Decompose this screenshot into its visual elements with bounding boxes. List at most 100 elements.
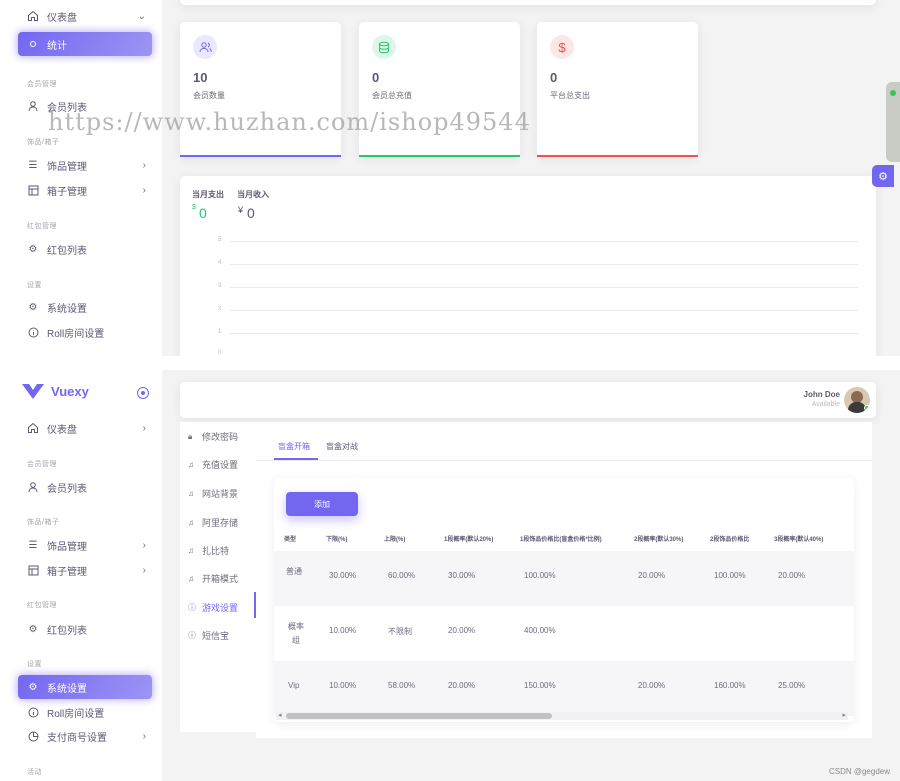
brand-logo[interactable]: Vuexy (22, 384, 89, 399)
column-header: 2段饰品价格比 (710, 537, 750, 543)
scroll-left-icon[interactable]: ◂ (278, 711, 282, 719)
table-cell: 30.00% (329, 571, 357, 580)
chevron-right-icon: › (142, 422, 146, 434)
y-tick-label: 3 (218, 283, 222, 289)
dollar-icon: $ (550, 35, 574, 59)
lock-icon: 🔒︎ (188, 431, 193, 441)
sidebar-item-roll[interactable]: Roll房间设置 (18, 700, 152, 724)
tab-blindbox-open[interactable]: 盲盒开箱 (278, 441, 310, 452)
sidebar-item-redpacket[interactable]: ⚙ 红包列表 (18, 237, 152, 261)
sidebar-item-dashboard[interactable]: 仪表盘 › (18, 416, 152, 440)
bell-icon: ♫ (188, 460, 194, 469)
top-screenshot-panel: 仪表盘 ⌄ 统计 会员管理 会员列表 饰品/箱子 ☰ 饰品管理 › 箱子管理 ›… (0, 0, 900, 356)
sidebar-item-jewelry[interactable]: ☰ 饰品管理 › (18, 533, 152, 557)
table-cell: 20.00% (638, 681, 666, 690)
horizontal-scrollbar[interactable]: ◂ ▸ (276, 712, 848, 720)
table-cell: 20.00% (448, 626, 476, 635)
bell-icon: ♫ (188, 518, 194, 527)
settings-menu-item[interactable]: ♫ 网站背景 (188, 487, 238, 500)
table-row[interactable]: 概率组 10.00% 不限制 20.00% 400.00% (274, 606, 854, 661)
y-tick-label: 5 (218, 237, 222, 243)
sidebar-item-dashboard[interactable]: 仪表盘 ⌄ (18, 4, 152, 28)
settings-menu-item[interactable]: ⓘ 短信宝 (188, 629, 229, 642)
settings-menu-item[interactable]: ♫ 开箱模式 (188, 572, 238, 585)
info-icon: ⓘ (188, 631, 196, 640)
tab-blindbox-battle[interactable]: 盲盒对战 (326, 441, 358, 452)
stat-accent-bar (537, 155, 698, 157)
vuexy-logo-icon (22, 384, 44, 399)
table-cell: 不限制 (388, 627, 412, 636)
y-tick-label: 4 (218, 260, 222, 266)
side-widget[interactable] (886, 82, 900, 162)
avatar[interactable] (844, 387, 870, 413)
scroll-right-icon[interactable]: ▸ (842, 711, 846, 719)
sidebar-item-label: 会员列表 (47, 483, 87, 495)
sidebar-item-box[interactable]: 箱子管理 › (18, 178, 152, 202)
menu-item-label: 修改密码 (202, 432, 239, 442)
y-tick-label: 2 (218, 306, 222, 312)
sidebar-item-jewelry[interactable]: ☰ 饰品管理 › (18, 153, 152, 177)
stat-card-recharge: 0 会员总充值 (359, 22, 520, 157)
section-header-settings: 设置 (27, 282, 42, 289)
expense-label: 当月支出 (192, 190, 224, 199)
sidebar-item-stats[interactable]: 统计 (18, 32, 152, 56)
chevron-right-icon: › (142, 159, 146, 171)
section-header-redpacket: 红包管理 (27, 223, 57, 230)
top-main-content: 10 会员数量 0 会员总充值 $ 0 平台总支出 当月支出 当月收入 $ 0 … (162, 0, 900, 356)
sidebar-item-label: 红包列表 (47, 625, 87, 637)
user-name: John Doe (803, 390, 840, 399)
settings-menu-item[interactable]: ♫ 扎比特 (188, 544, 229, 557)
sidebar-item-system-settings[interactable]: ⚙ 系统设置 (18, 675, 152, 699)
expense-currency: $ (192, 204, 196, 211)
stat-label: 平台总支出 (550, 91, 590, 100)
settings-table: 类型 下限(%) 上限(%) 1段概率(默认20%) 1段饰品价格比(盲盒价格*… (274, 526, 854, 722)
customizer-toggle-button[interactable]: ⚙ (872, 165, 894, 187)
sidebar-item-label: 统计 (47, 40, 67, 52)
gear-icon: ⚙ (28, 243, 38, 255)
sidebar-item-system-settings[interactable]: ⚙ 系统设置 (18, 295, 152, 319)
sidebar-item-member-list[interactable]: 会员列表 (18, 475, 152, 499)
top-navbar: John Doe Available (180, 382, 876, 418)
grid-line (230, 310, 858, 311)
table-card: 添加 类型 下限(%) 上限(%) 1段概率(默认20%) 1段饰品价格比(盲盒… (274, 478, 854, 722)
collapse-toggle-icon[interactable] (137, 387, 149, 399)
stat-value: 0 (372, 70, 380, 85)
bottom-main-content: John Doe Available 🔒︎ 修改密码 ♫ 充值设置 ♫ 网站背景 ♫ 阿… (162, 370, 900, 781)
table-cell: 30.00% (448, 571, 476, 580)
top-navbar (180, 0, 876, 5)
toggle-dot (140, 390, 145, 395)
income-currency: ¥ (238, 205, 244, 215)
sidebar-item-box[interactable]: 箱子管理 › (18, 558, 152, 582)
bell-icon: ♫ (188, 546, 194, 555)
table-row[interactable]: Vip 10.00% 58.00% 20.00% 150.00% 20.00% … (274, 661, 854, 716)
brand-name: Vuexy (51, 384, 89, 399)
y-tick-label: 1 (218, 329, 222, 335)
sidebar-item-redpacket[interactable]: ⚙ 红包列表 (18, 617, 152, 641)
add-button[interactable]: 添加 (286, 492, 358, 516)
gear-icon: ⚙ (28, 681, 38, 693)
section-header-member: 会员管理 (27, 461, 57, 468)
sidebar-item-label: 仪表盘 (47, 12, 77, 24)
stat-accent-bar (359, 155, 520, 157)
sidebar-item-roll[interactable]: Roll房间设置 (18, 320, 152, 344)
scrollbar-thumb[interactable] (286, 713, 552, 719)
section-header-redpacket: 红包管理 (27, 602, 57, 609)
bottom-sidebar: Vuexy 仪表盘 › 会员管理 会员列表 饰品/箱子 ☰ 饰品管理 › 箱子管… (0, 370, 162, 781)
stat-label: 会员数量 (193, 91, 225, 100)
settings-menu-item[interactable]: ♫ 阿里存储 (188, 516, 238, 529)
section-header-activity: 活动 (27, 769, 42, 776)
menu-item-label: 充值设置 (202, 460, 239, 470)
section-header-member: 会员管理 (27, 81, 57, 88)
sidebar-item-label: 箱子管理 (47, 186, 87, 198)
column-header: 类型 (284, 537, 297, 543)
settings-menu-item[interactable]: 🔒︎ 修改密码 (188, 430, 238, 443)
column-header: 1段饰品价格比(盲盒价格*比例) (520, 537, 602, 543)
sidebar-item-pay[interactable]: 支付商号设置 › (18, 724, 152, 748)
revenue-chart-card: 当月支出 当月收入 $ 0 ¥ 0 5 4 3 2 1 0 (180, 176, 876, 356)
settings-menu-item[interactable]: ♫ 充值设置 (188, 458, 238, 471)
bell-icon: ♫ (188, 489, 194, 498)
table-row[interactable]: 普通 30.00% 60.00% 30.00% 100.00% 20.00% 1… (274, 551, 854, 606)
column-header: 下限(%) (326, 537, 348, 543)
tabs-divider (256, 460, 872, 461)
settings-menu-item-active[interactable]: ⓘ 游戏设置 (188, 601, 238, 614)
